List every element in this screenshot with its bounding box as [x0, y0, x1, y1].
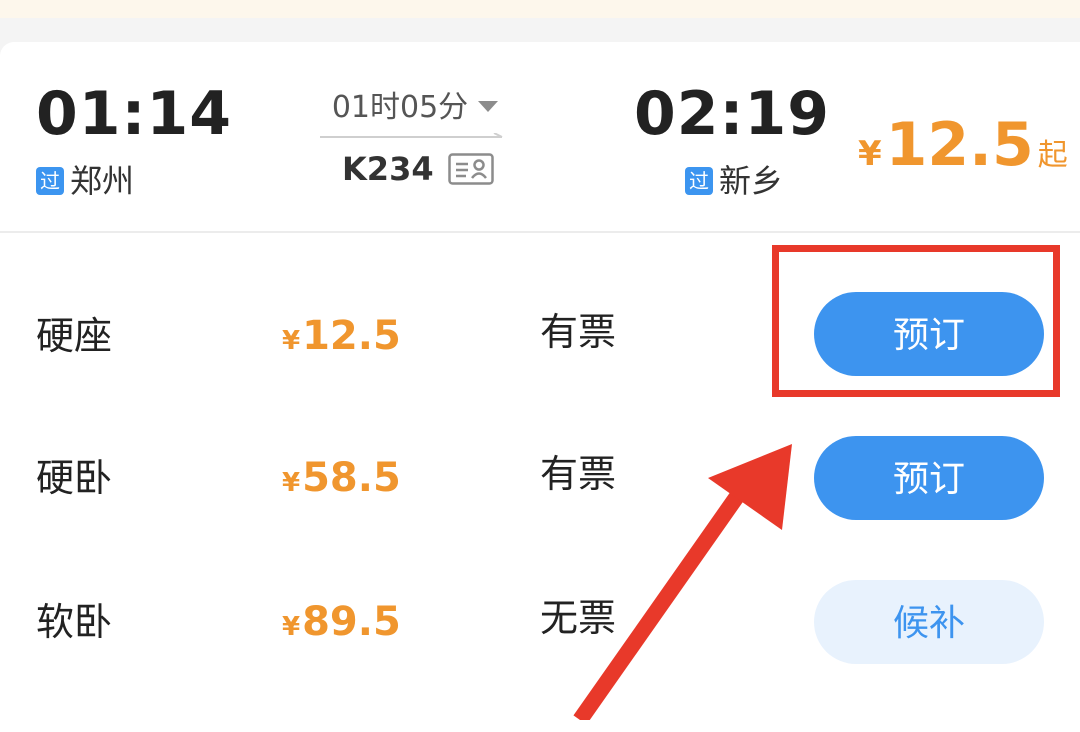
id-card-icon[interactable]	[447, 153, 494, 185]
departure-time: 01:14	[36, 79, 232, 149]
waitlist-button[interactable]: 候补	[814, 580, 1044, 664]
top-banner	[0, 0, 1080, 18]
seat-row-hard-sleeper: 硬卧 ¥ 58.5 有票 预订	[0, 428, 1080, 528]
arrival-time: 02:19	[634, 79, 830, 149]
departure-station-name: 郑州	[70, 162, 135, 200]
seat-row-soft-sleeper: 软卧 ¥ 89.5 无票 候补	[0, 574, 1080, 674]
seat-price: ¥ 12.5	[282, 314, 401, 363]
starting-price: ¥ 12.5 起	[858, 110, 1068, 180]
pass-through-badge: 过	[36, 167, 64, 195]
currency-symbol: ¥	[858, 134, 882, 174]
duration-toggle[interactable]: 01时05分	[320, 82, 510, 126]
train-number-row[interactable]: K234	[342, 150, 494, 188]
duration-arrow-line	[320, 133, 503, 138]
arrow-annotation-icon	[573, 444, 792, 720]
annotation-highlight-box	[772, 245, 1060, 397]
arrival-station-name: 新乡	[719, 162, 784, 200]
duration-text: 01时05分	[331, 90, 469, 125]
train-number: K234	[342, 150, 434, 188]
currency-symbol: ¥	[282, 468, 301, 498]
arrival-station: 过 新乡	[685, 163, 783, 199]
starting-price-amount: 12.5	[885, 110, 1034, 180]
book-button[interactable]: 预订	[814, 436, 1044, 520]
seat-price-amount: 12.5	[302, 313, 401, 359]
seat-type: 硬卧	[36, 456, 113, 500]
caret-down-icon	[478, 100, 499, 112]
departure-station: 过 郑州	[36, 163, 134, 199]
seat-availability: 有票	[540, 310, 617, 354]
seat-price: ¥ 58.5	[282, 456, 401, 505]
currency-symbol: ¥	[282, 326, 301, 356]
divider	[0, 231, 1080, 233]
currency-symbol: ¥	[282, 612, 301, 642]
starting-price-suffix: 起	[1037, 138, 1068, 173]
seat-type: 软卧	[36, 600, 113, 644]
seat-price-amount: 89.5	[302, 599, 401, 645]
seat-type: 硬座	[36, 314, 113, 358]
seat-price: ¥ 89.5	[282, 600, 401, 649]
pass-through-badge: 过	[685, 167, 713, 195]
seat-price-amount: 58.5	[302, 455, 401, 501]
